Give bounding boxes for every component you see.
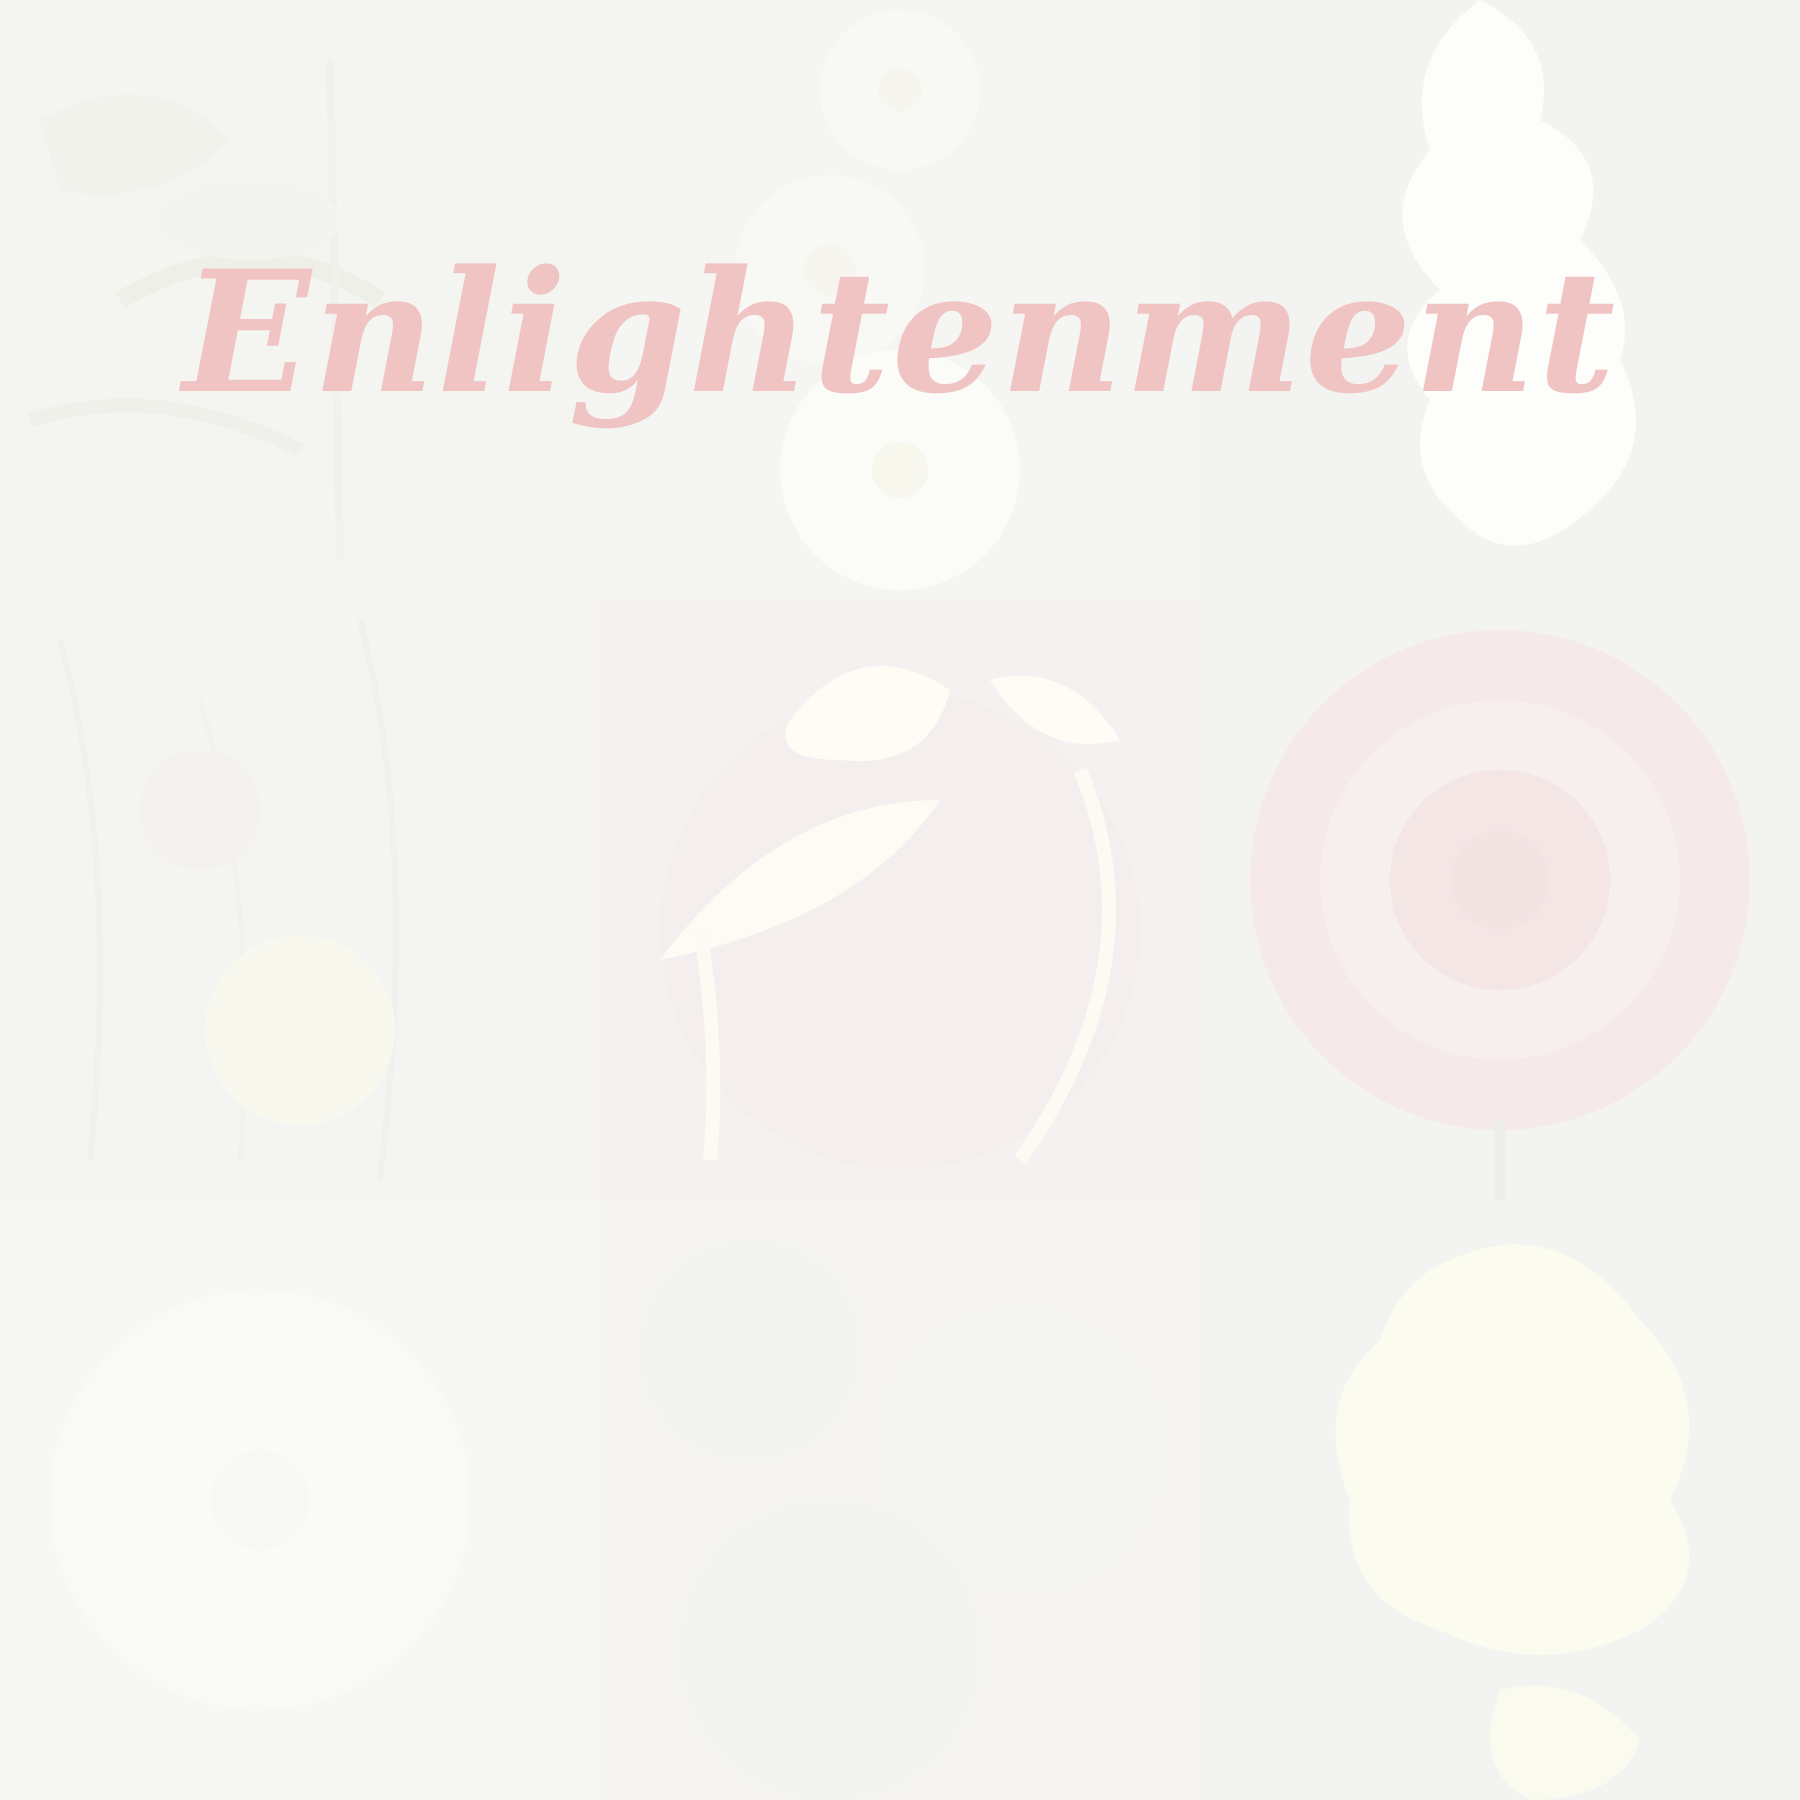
poster-title: Enlightenment xyxy=(182,233,1618,431)
photo-tile-cactus xyxy=(0,1200,600,1800)
photo-tile-red-flower xyxy=(600,600,1200,1200)
photo-tile-carnation xyxy=(1200,600,1800,1200)
photo-tile-yellow-flower xyxy=(0,600,600,1200)
photo-tile-shrub xyxy=(600,1200,1200,1800)
photo-tile-yellow-rose xyxy=(1200,1200,1800,1800)
